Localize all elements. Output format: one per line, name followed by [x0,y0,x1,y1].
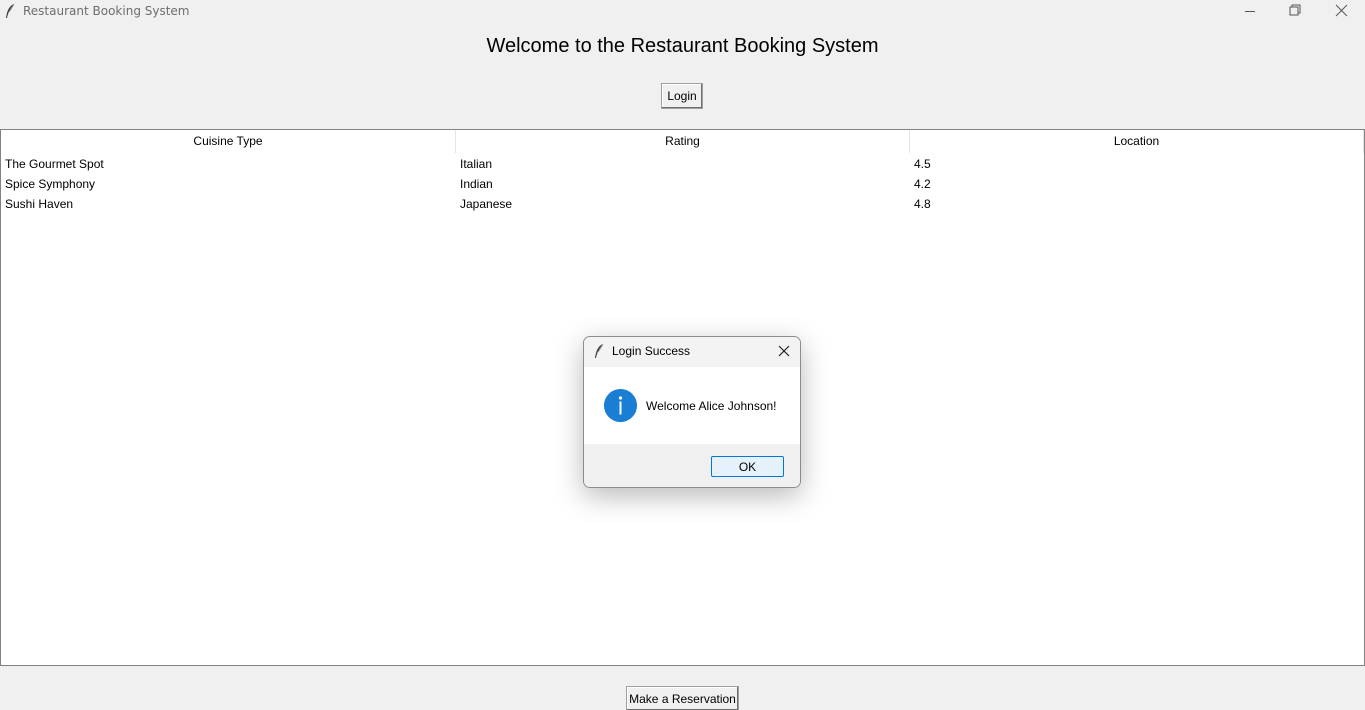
table-cell: Japanese [460,197,513,211]
column-header-rating[interactable]: Rating [456,130,910,153]
close-button[interactable] [1318,0,1364,23]
window-title: Restaurant Booking System [23,4,190,18]
table-cell: The Gourmet Spot [5,157,104,171]
window-titlebar: Restaurant Booking System [0,0,1365,23]
minimize-icon [1245,11,1255,12]
ok-button[interactable]: OK [711,456,784,477]
minimize-button[interactable] [1227,0,1273,23]
dialog-titlebar: Login Success [584,337,800,367]
table-row[interactable]: The Gourmet Spot Italian 4.5 [1,154,1364,174]
login-button[interactable]: Login [661,83,703,109]
table-cell: 4.2 [914,177,931,191]
table-cell: Sushi Haven [5,197,74,211]
table-row[interactable]: Sushi Haven Japanese 4.8 [1,194,1364,214]
make-reservation-button[interactable]: Make a Reservation [626,686,739,710]
close-icon [1335,4,1348,17]
table-row[interactable]: Spice Symphony Indian 4.2 [1,174,1364,194]
feather-icon [595,343,604,358]
column-header-location[interactable]: Location [910,130,1364,153]
login-success-dialog: Login Success Welcome Alice Johnson! OK [583,336,801,488]
page-title: Welcome to the Restaurant Booking System [486,35,879,57]
feather-icon [6,3,15,18]
close-icon [778,345,790,357]
table-cell: Indian [460,177,493,191]
column-header-cuisine[interactable]: Cuisine Type [1,130,456,153]
table-cell: Italian [460,157,493,171]
dialog-close-button[interactable] [774,342,794,362]
table-cell: 4.5 [914,157,931,171]
dialog-title: Login Success [612,344,691,358]
dialog-message: Welcome Alice Johnson! [646,399,777,413]
table-cell: 4.8 [914,197,931,211]
restore-button[interactable] [1272,0,1318,23]
dialog-footer: OK [584,444,800,487]
info-icon [604,389,637,422]
table-header: Cuisine Type Rating Location [1,130,1364,153]
restore-icon [1289,4,1301,16]
table-cell: Spice Symphony [5,177,96,191]
